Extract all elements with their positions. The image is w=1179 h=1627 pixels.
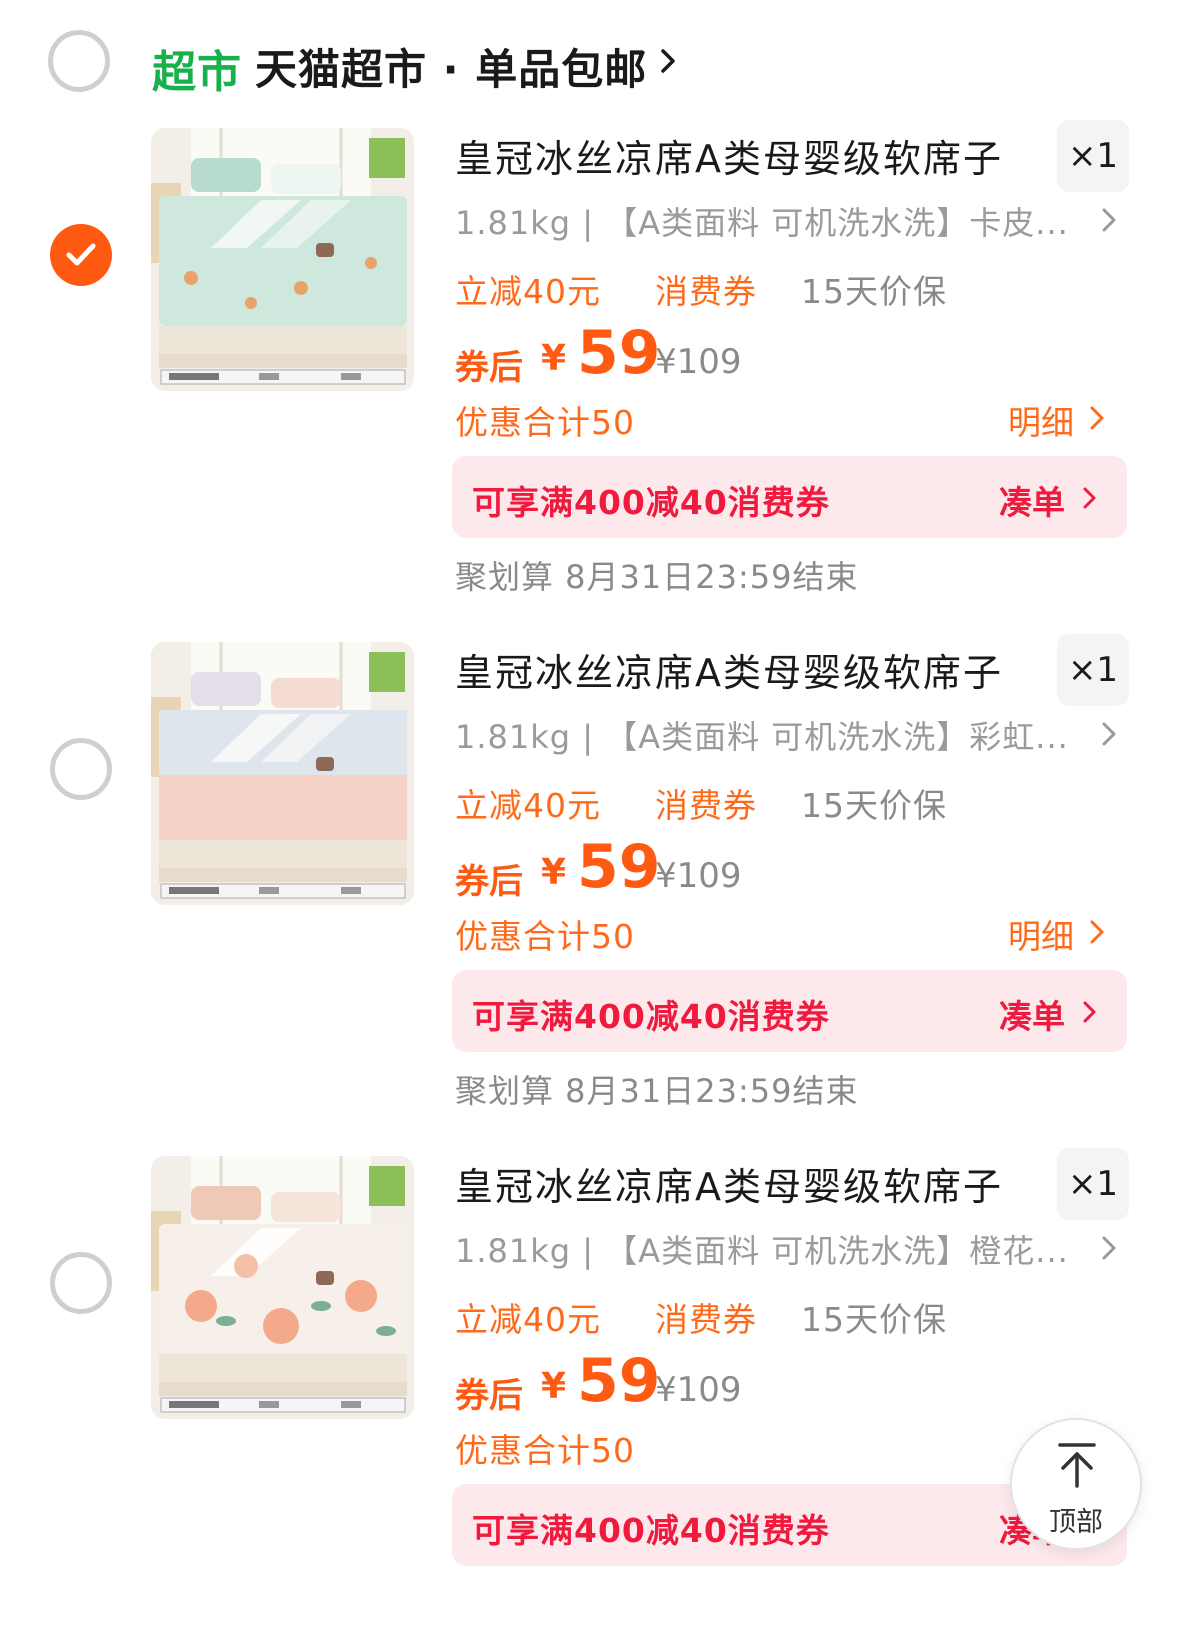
sku-selector[interactable]: 1.81kg | 【A类面料 可机洗水洗】彩虹... xyxy=(455,712,1069,758)
price-row: 券后 ¥ 59 ¥109 xyxy=(455,832,855,904)
back-to-top-label: 顶部 xyxy=(1049,1507,1103,1538)
product-image[interactable] xyxy=(151,642,414,905)
chevron-right-icon[interactable] xyxy=(1083,487,1097,509)
original-price: ¥109 xyxy=(655,856,742,896)
shop-select-radio[interactable] xyxy=(48,30,110,92)
after-coupon-label: 券后 xyxy=(455,348,523,388)
supermarket-tag: 超市 xyxy=(152,47,242,98)
quantity-selector[interactable]: ×1 xyxy=(1057,634,1129,706)
coupon-tag: 消费券 xyxy=(655,272,757,311)
product-title[interactable]: 皇冠冰丝凉席A类母婴级软席子 xyxy=(455,128,1003,183)
add-on-button[interactable]: 凑单 xyxy=(999,476,1065,524)
after-coupon-label: 券后 xyxy=(455,1376,523,1416)
checkmark-icon xyxy=(66,243,96,266)
back-to-top-button[interactable]: 顶部 xyxy=(1010,1418,1142,1550)
quantity-selector[interactable]: ×1 xyxy=(1057,1148,1129,1220)
original-price: ¥109 xyxy=(655,1370,742,1410)
final-price: 59 xyxy=(577,1346,661,1416)
juhuasuan-deadline: 聚划算 8月31日23:59结束 xyxy=(455,1072,859,1110)
discount-row: 优惠合计50 明细 xyxy=(455,396,1130,442)
promo-text: 可享满400减40消费券 xyxy=(472,1511,830,1550)
add-on-button[interactable]: 凑单 xyxy=(999,990,1065,1038)
cart-item: 皇冠冰丝凉席A类母婴级软席子 ×1 1.81kg | 【A类面料 可机洗水洗】卡… xyxy=(0,120,1179,654)
discount-row: 优惠合计50 明细 xyxy=(455,910,1130,956)
currency-symbol: ¥ xyxy=(541,852,567,893)
quantity-selector[interactable]: ×1 xyxy=(1057,120,1129,192)
discount-total: 优惠合计50 xyxy=(455,917,635,956)
juhuasuan-deadline: 聚划算 8月31日23:59结束 xyxy=(455,558,859,596)
item-select-radio[interactable] xyxy=(50,1252,112,1314)
coupon-promo-banner[interactable]: 可享满400减40消费券 凑单 xyxy=(452,456,1127,538)
cart-item: 皇冠冰丝凉席A类母婴级软席子 ×1 1.81kg | 【A类面料 可机洗水洗】橙… xyxy=(0,1148,1179,1627)
instant-discount-tag: 立减40元 xyxy=(455,272,601,311)
discount-detail-link[interactable]: 明细 xyxy=(1008,910,1074,958)
product-title[interactable]: 皇冠冰丝凉席A类母婴级软席子 xyxy=(455,1156,1003,1211)
currency-symbol: ¥ xyxy=(541,1366,567,1407)
cart-item: 皇冠冰丝凉席A类母婴级软席子 ×1 1.81kg | 【A类面料 可机洗水洗】彩… xyxy=(0,634,1179,1168)
product-title[interactable]: 皇冠冰丝凉席A类母婴级软席子 xyxy=(455,642,1003,697)
price-protection-tag: 15天价保 xyxy=(801,272,947,311)
instant-discount-tag: 立减40元 xyxy=(455,1300,601,1339)
chevron-right-icon[interactable] xyxy=(1102,1236,1116,1260)
sku-selector[interactable]: 1.81kg | 【A类面料 可机洗水洗】卡皮... xyxy=(455,198,1069,244)
price-row: 券后 ¥ 59 ¥109 xyxy=(455,318,855,390)
coupon-promo-banner[interactable]: 可享满400减40消费券 凑单 xyxy=(452,970,1127,1052)
promo-text: 可享满400减40消费券 xyxy=(472,997,830,1036)
chevron-right-icon[interactable] xyxy=(1083,1001,1097,1023)
coupon-tag: 消费券 xyxy=(655,1300,757,1339)
original-price: ¥109 xyxy=(655,342,742,382)
price-protection-tag: 15天价保 xyxy=(801,786,947,825)
sku-selector[interactable]: 1.81kg | 【A类面料 可机洗水洗】橙花... xyxy=(455,1226,1069,1272)
final-price: 59 xyxy=(577,832,661,902)
chevron-right-icon[interactable] xyxy=(1102,208,1116,232)
chevron-right-icon[interactable] xyxy=(1102,722,1116,746)
item-select-radio[interactable] xyxy=(50,738,112,800)
price-row: 券后 ¥ 59 ¥109 xyxy=(455,1346,855,1418)
product-image[interactable] xyxy=(151,128,414,391)
product-image[interactable] xyxy=(151,1156,414,1419)
discount-total: 优惠合计50 xyxy=(455,403,635,442)
promo-text: 可享满400减40消费券 xyxy=(472,483,830,522)
coupon-tag: 消费券 xyxy=(655,786,757,825)
after-coupon-label: 券后 xyxy=(455,862,523,902)
instant-discount-tag: 立减40元 xyxy=(455,786,601,825)
final-price: 59 xyxy=(577,318,661,388)
item-select-radio-checked[interactable] xyxy=(50,224,112,286)
shop-header: 超市 天猫超市 · 单品包邮 xyxy=(0,0,1179,120)
discount-detail-link[interactable]: 明细 xyxy=(1008,396,1074,444)
arrow-up-icon xyxy=(1058,1443,1096,1488)
chevron-right-icon[interactable] xyxy=(1090,406,1104,430)
chevron-right-icon[interactable] xyxy=(660,48,676,74)
price-protection-tag: 15天价保 xyxy=(801,1300,947,1339)
shop-name-link[interactable]: 天猫超市 · 单品包邮 xyxy=(255,36,647,97)
chevron-right-icon[interactable] xyxy=(1090,920,1104,944)
discount-total: 优惠合计50 xyxy=(455,1431,635,1470)
currency-symbol: ¥ xyxy=(541,338,567,379)
